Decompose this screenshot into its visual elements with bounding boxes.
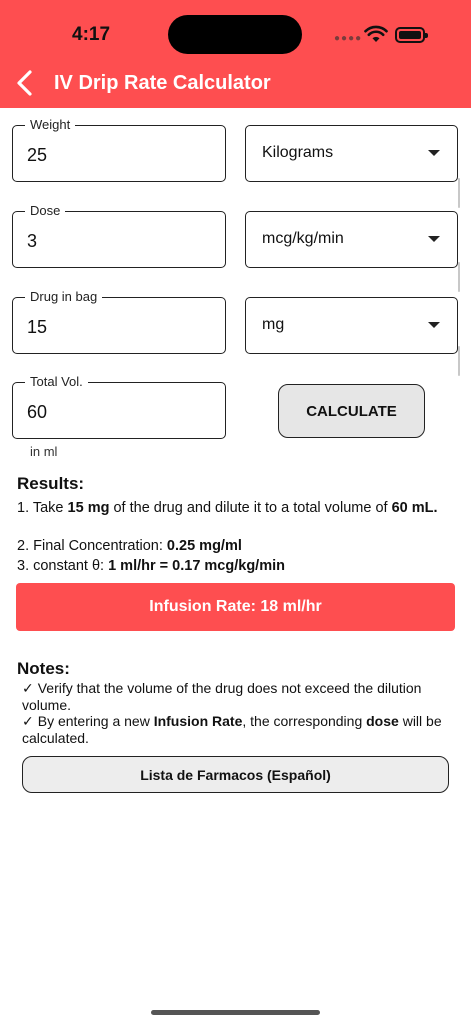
wifi-icon (364, 25, 388, 42)
volume-field[interactable]: Total Vol. 60 (12, 374, 226, 439)
notes-title: Notes: (17, 659, 70, 678)
page-title: IV Drip Rate Calculator (54, 72, 271, 94)
dose-unit-select[interactable]: mcg/kg/min (245, 211, 458, 268)
weight-value: 25 (27, 145, 48, 165)
volume-value: 60 (27, 402, 48, 422)
caret-down-icon (428, 150, 440, 156)
drug-unit-select[interactable]: mg (245, 297, 458, 354)
weight-unit-select[interactable]: Kilograms (245, 125, 458, 182)
weight-unit-value: Kilograms (262, 144, 334, 161)
note-2: ✓ By entering a new Infusion Rate, the co… (22, 713, 442, 746)
weight-label: Weight (25, 117, 76, 132)
check-icon: ✓ (22, 713, 34, 729)
drug-value: 15 (27, 317, 48, 337)
scroll-indicator (458, 178, 460, 208)
dose-label: Dose (25, 203, 66, 218)
drug-label: Drug in bag (25, 289, 103, 304)
result-line-1: 1. Take 15 mg of the drug and dilute it … (17, 500, 438, 516)
dynamic-island (168, 15, 302, 54)
drug-unit-value: mg (262, 316, 285, 333)
calculate-button[interactable]: CALCULATE (278, 384, 425, 438)
result-line-2: 2. Final Concentration: 0.25 mg/ml (17, 538, 242, 554)
drug-field[interactable]: Drug in bag 15 (12, 289, 226, 354)
caret-down-icon (428, 322, 440, 328)
drug-list-button[interactable]: Lista de Farmacos (Español) (22, 756, 449, 793)
dose-value: 3 (27, 231, 38, 251)
signal-icon: ●●●● (334, 33, 363, 44)
note-1: ✓ Verify that the volume of the drug does… (22, 680, 422, 713)
scroll-indicator (458, 346, 460, 376)
check-icon: ✓ (22, 680, 34, 696)
home-indicator[interactable] (151, 1010, 320, 1015)
dose-unit-value: mcg/kg/min (262, 230, 344, 247)
scroll-indicator (458, 262, 460, 292)
nav-header: 4:17 ●●●● IV Drip Rate Calculator (0, 0, 471, 108)
results-title: Results: (17, 474, 85, 493)
battery-icon (395, 27, 428, 43)
back-chevron-icon[interactable] (12, 68, 38, 98)
dose-field[interactable]: Dose 3 (12, 203, 226, 268)
volume-label: Total Vol. (25, 374, 88, 389)
status-time: 4:17 (72, 24, 111, 45)
caret-down-icon (428, 236, 440, 242)
result-line-3: 3. constant θ: 1 ml/hr = 0.17 mcg/kg/min (17, 558, 285, 574)
volume-hint: in ml (30, 444, 58, 459)
infusion-rate-button[interactable]: Infusion Rate: 18 ml/hr (16, 583, 455, 631)
weight-field[interactable]: Weight 25 (12, 117, 226, 182)
